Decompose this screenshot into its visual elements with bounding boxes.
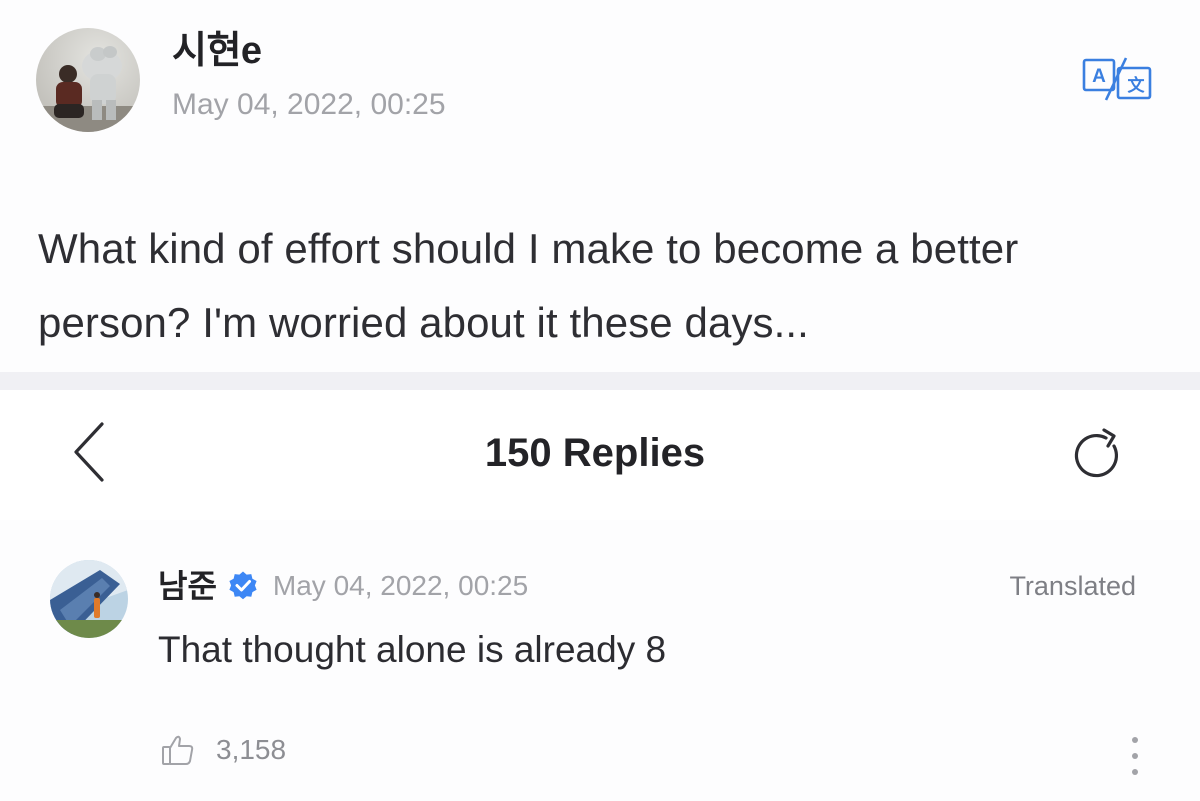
replies-header: 150 Replies [0, 390, 1200, 520]
section-divider [0, 372, 1200, 390]
like-button[interactable] [160, 732, 196, 768]
post-body-text: What kind of effort should I make to bec… [38, 225, 1019, 346]
like-count: 3,158 [216, 734, 287, 765]
author-name[interactable]: 시현e [172, 28, 262, 74]
reply-item: 남준 May 04, 2022, 00:25 Translated That t… [0, 520, 1200, 801]
reply-author-name[interactable]: 남준 [158, 564, 217, 608]
more-vertical-icon [1132, 737, 1138, 775]
author-avatar[interactable] [36, 28, 140, 132]
refresh-button[interactable] [1068, 426, 1128, 482]
translate-button[interactable]: A 文 [1080, 54, 1156, 102]
translated-label: Translated [1009, 571, 1136, 601]
refresh-icon [1074, 428, 1119, 478]
reply-text: That thought alone is already 8 [158, 629, 667, 670]
svg-text:A: A [1092, 66, 1106, 87]
reply-author-avatar[interactable] [50, 560, 128, 638]
verified-badge-icon [229, 571, 257, 600]
reply-timestamp: May 04, 2022, 00:25 [272, 570, 529, 601]
post-timestamp: May 04, 2022, 00:25 [172, 88, 446, 121]
reply-meta: 남준 May 04, 2022, 00:25 [158, 564, 528, 608]
post-card: 시현e May 04, 2022, 00:25 A 文 What kind of… [0, 0, 1200, 372]
translate-icon: A 文 [1082, 57, 1152, 101]
svg-text:文: 文 [1128, 75, 1146, 96]
thumbs-up-icon [162, 735, 194, 765]
replies-count-title: 150 Replies [484, 431, 706, 475]
more-options-button[interactable] [1122, 734, 1148, 778]
